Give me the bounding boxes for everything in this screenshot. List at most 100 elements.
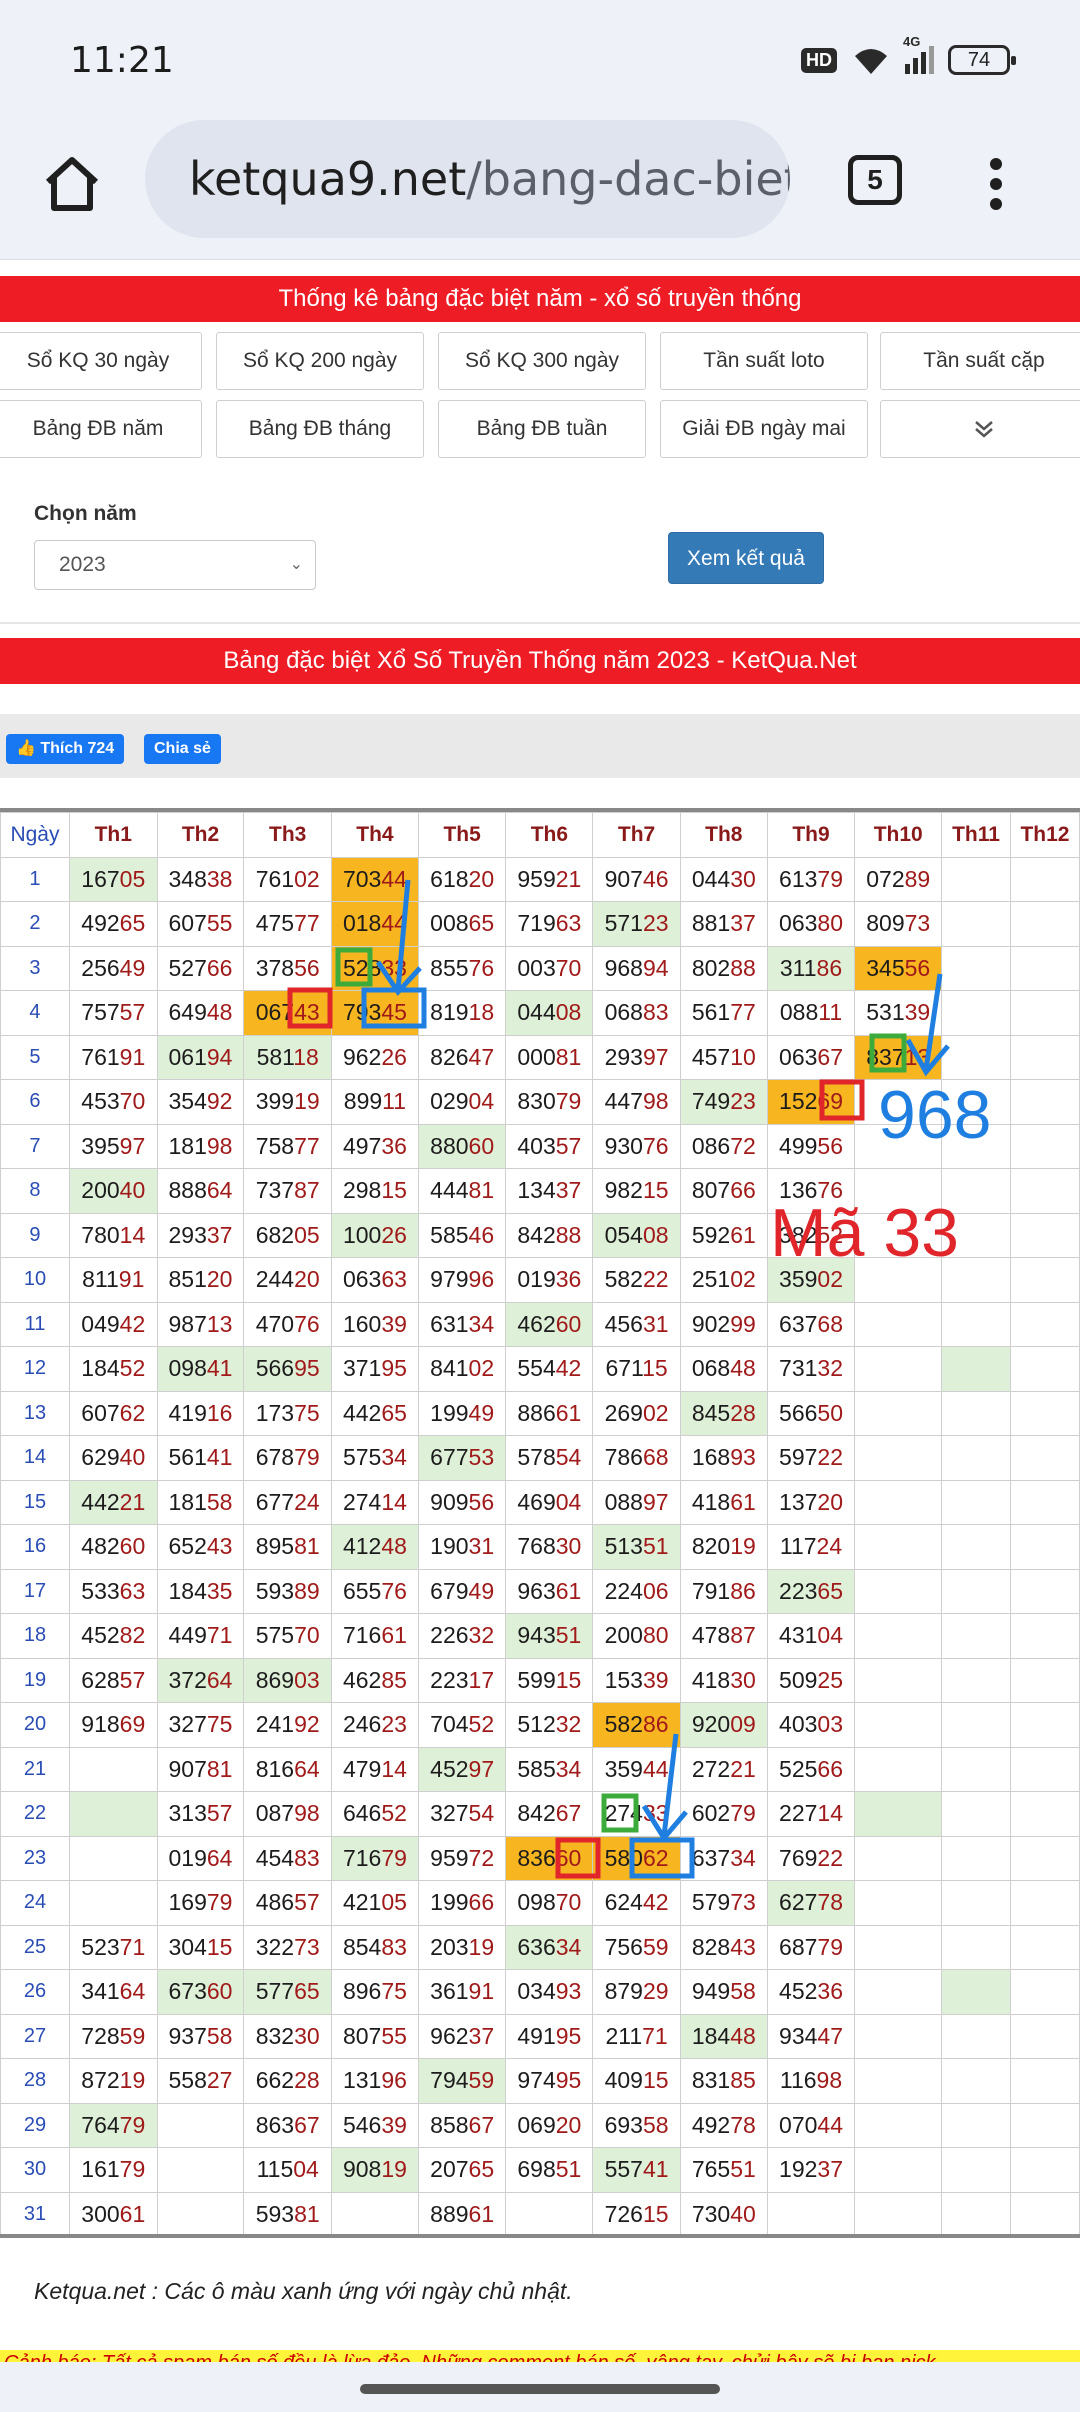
- result-cell: 96237: [417, 2013, 507, 2059]
- day-cell: 2: [0, 901, 70, 947]
- table-row: 6 45370 35492 39919 89911 02904 83079 44798 7492…: [0, 1079, 1080, 1125]
- result-cell: 69358: [592, 2102, 681, 2148]
- result-cell: 79186: [679, 1568, 768, 1614]
- result-cell: [941, 2058, 1011, 2104]
- result-cell: 80973: [854, 901, 943, 947]
- month-header: Th2: [156, 812, 245, 858]
- year-select[interactable]: 2023 ⌄: [34, 540, 316, 590]
- nav-button[interactable]: Tần suất loto: [660, 332, 868, 390]
- result-cell: 13720: [766, 1479, 856, 1525]
- result-cell: 52766: [156, 945, 245, 991]
- nav-button[interactable]: Tần suất cặp: [880, 332, 1080, 390]
- result-cell: 82647: [417, 1034, 507, 1080]
- facebook-share-button[interactable]: Chia sẻ: [144, 734, 221, 764]
- result-cell: 27414: [331, 1479, 419, 1525]
- result-cell: [331, 2191, 419, 2234]
- result-cell: 47577: [243, 901, 333, 947]
- result-cell: [1009, 1257, 1080, 1303]
- month-header: Th8: [679, 812, 768, 858]
- result-cell: 22365: [766, 1568, 856, 1614]
- table-row: 21 90781 81664 47914 45297 58534 35944 27221 525…: [0, 1746, 1080, 1792]
- table-row: 5 76191 06194 58118 96226 82647 00081 29397 4571…: [0, 1034, 1080, 1080]
- result-cell: 45282: [68, 1613, 158, 1659]
- result-cell: 52833: [331, 945, 419, 991]
- result-cell: [1009, 1568, 1080, 1614]
- result-cell: 73132: [766, 1346, 856, 1392]
- view-results-button[interactable]: Xem kết quả: [668, 532, 824, 584]
- nav-button[interactable]: Sổ KQ 200 ngày: [216, 332, 424, 390]
- result-cell: 90781: [156, 1746, 245, 1792]
- result-cell: 37264: [156, 1657, 245, 1703]
- day-cell: 6: [0, 1079, 70, 1125]
- result-cell: 32775: [156, 1702, 245, 1748]
- facebook-like-button[interactable]: 👍 Thích 724: [6, 734, 125, 764]
- result-cell: 58222: [592, 1257, 681, 1303]
- nav-button[interactable]: Bảng ĐB tháng: [216, 400, 424, 458]
- result-cell: 49736: [331, 1123, 419, 1169]
- result-cell: [941, 1657, 1011, 1703]
- result-cell: 44971: [156, 1613, 245, 1659]
- result-cell: 38252: [766, 1212, 856, 1258]
- result-cell: 96226: [331, 1034, 419, 1080]
- result-cell: 71679: [331, 1835, 419, 1881]
- nav-button[interactable]: Bảng ĐB năm: [0, 400, 202, 458]
- result-cell: 91869: [68, 1702, 158, 1748]
- day-cell: 16: [0, 1524, 70, 1570]
- result-cell: [1009, 945, 1080, 991]
- table-row: 23 01964 45483 71679 95972 83660 58062 63734 769…: [0, 1835, 1080, 1881]
- result-cell: [1009, 1969, 1080, 2015]
- day-cell: 15: [0, 1479, 70, 1525]
- result-cell: [854, 2102, 943, 2148]
- result-cell: [1009, 1924, 1080, 1970]
- result-cell: 03493: [505, 1969, 594, 2015]
- result-cell: 55741: [592, 2147, 681, 2193]
- result-cell: 05408: [592, 1212, 681, 1258]
- result-cell: [941, 1524, 1011, 1570]
- day-cell: 7: [0, 1123, 70, 1169]
- table-row: 12 18452 09841 56695 37195 84102 55442 67115 068…: [0, 1346, 1080, 1392]
- table-row: 27 72859 93758 83230 80755 96237 49195 21171 184…: [0, 2013, 1080, 2059]
- result-cell: [1009, 1301, 1080, 1347]
- address-bar[interactable]: ketqua9.net/bang-dac-biet-nam: [145, 120, 790, 238]
- result-cell: [68, 1791, 158, 1837]
- month-header: Th11: [941, 812, 1011, 858]
- result-cell: [1009, 856, 1080, 902]
- day-cell: 3: [0, 945, 70, 991]
- result-cell: 45236: [766, 1969, 856, 2015]
- day-cell: 26: [0, 1969, 70, 2015]
- result-cell: 30415: [156, 1924, 245, 1970]
- result-cell: 53363: [68, 1568, 158, 1614]
- result-cell: 00370: [505, 945, 594, 991]
- result-cell: 18435: [156, 1568, 245, 1614]
- result-cell: 72615: [592, 2191, 681, 2234]
- result-cell: 51232: [505, 1702, 594, 1748]
- network-icon: 4G: [903, 34, 934, 74]
- special-prize-table-wrap[interactable]: Ngày Th1 Th2 Th3 Th4 Th5 Th6 Th7 Th8 Th9 Th10 Th11 T…: [0, 808, 1080, 2238]
- result-cell: 85576: [417, 945, 507, 991]
- result-cell: 19966: [417, 1880, 507, 1926]
- result-cell: 49956: [766, 1123, 856, 1169]
- table-row: 24 16979 48657 42105 19966 09870 62442 57973 627…: [0, 1880, 1080, 1926]
- table-row: 10 81191 85120 24420 06363 97996 01936 58222 251…: [0, 1257, 1080, 1303]
- result-cell: 47914: [331, 1746, 419, 1792]
- result-cell: 76830: [505, 1524, 594, 1570]
- result-cell: 62940: [68, 1435, 158, 1481]
- month-header: Th1: [68, 812, 158, 858]
- result-cell: 49278: [679, 2102, 768, 2148]
- nav-button[interactable]: Bảng ĐB tuần: [438, 400, 646, 458]
- tab-switcher-button[interactable]: 5: [848, 155, 902, 205]
- nav-button[interactable]: Sổ KQ 300 ngày: [438, 332, 646, 390]
- table-row: 17 53363 18435 59389 65576 67949 96361 22406 791…: [0, 1568, 1080, 1614]
- more-menu-icon[interactable]: [976, 154, 1016, 214]
- home-icon[interactable]: [40, 152, 104, 216]
- result-cell: 20319: [417, 1924, 507, 1970]
- result-cell: 88864: [156, 1168, 245, 1214]
- home-indicator[interactable]: [360, 2384, 720, 2394]
- result-cell: [941, 1613, 1011, 1659]
- nav-button[interactable]: Giải ĐB ngày mai: [660, 400, 868, 458]
- result-cell: 20080: [592, 1613, 681, 1659]
- result-cell: 26902: [592, 1390, 681, 1436]
- expand-more-button[interactable]: [880, 400, 1080, 458]
- result-cell: 84267: [505, 1791, 594, 1837]
- nav-button[interactable]: Sổ KQ 30 ngày: [0, 332, 202, 390]
